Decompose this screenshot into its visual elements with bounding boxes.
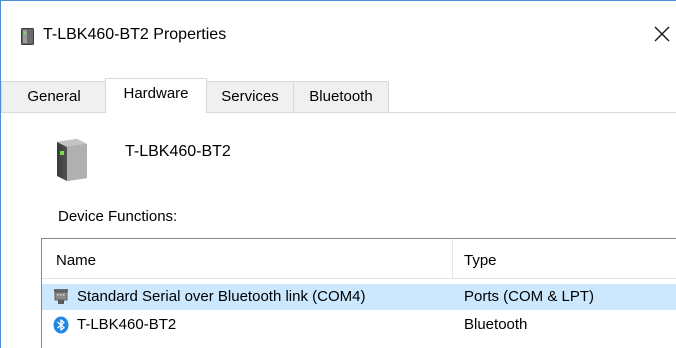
column-header-type[interactable]: Type: [464, 251, 497, 271]
tab-strip: General Hardware Services Bluetooth: [1, 78, 676, 113]
device-functions-label: Device Functions:: [58, 208, 178, 225]
tab-hardware[interactable]: Hardware: [105, 78, 207, 113]
close-icon: [654, 26, 670, 42]
device-icon: [55, 138, 89, 182]
tab-bluetooth[interactable]: Bluetooth: [293, 81, 389, 112]
tab-services[interactable]: Services: [206, 81, 294, 112]
list-item[interactable]: T-LBK460-BT2 Bluetooth: [42, 312, 676, 338]
bluetooth-device-icon: [21, 28, 34, 45]
tab-divider: [1, 112, 676, 113]
list-item[interactable]: Standard Serial over Bluetooth link (COM…: [42, 284, 676, 310]
column-header-name[interactable]: Name: [56, 251, 96, 271]
title-bar[interactable]: T-LBK460-BT2 Properties: [1, 1, 676, 56]
tab-general[interactable]: General: [1, 81, 107, 112]
row-type: Bluetooth: [464, 316, 528, 333]
properties-window: T-LBK460-BT2 Properties General Hardware…: [0, 0, 676, 348]
device-functions-list[interactable]: Name Type Standard Serial over Bluetooth…: [41, 238, 676, 348]
row-name: Standard Serial over Bluetooth link (COM…: [77, 288, 366, 305]
bluetooth-icon: [52, 316, 70, 334]
device-name: T-LBK460-BT2: [125, 143, 231, 160]
window-title: T-LBK460-BT2 Properties: [43, 26, 227, 43]
serial-port-icon: [52, 288, 70, 306]
list-header: Name Type: [42, 239, 676, 279]
column-divider[interactable]: [452, 239, 453, 279]
row-type: Ports (COM & LPT): [464, 288, 595, 305]
close-button[interactable]: [647, 17, 676, 51]
row-name: T-LBK460-BT2: [77, 316, 177, 333]
